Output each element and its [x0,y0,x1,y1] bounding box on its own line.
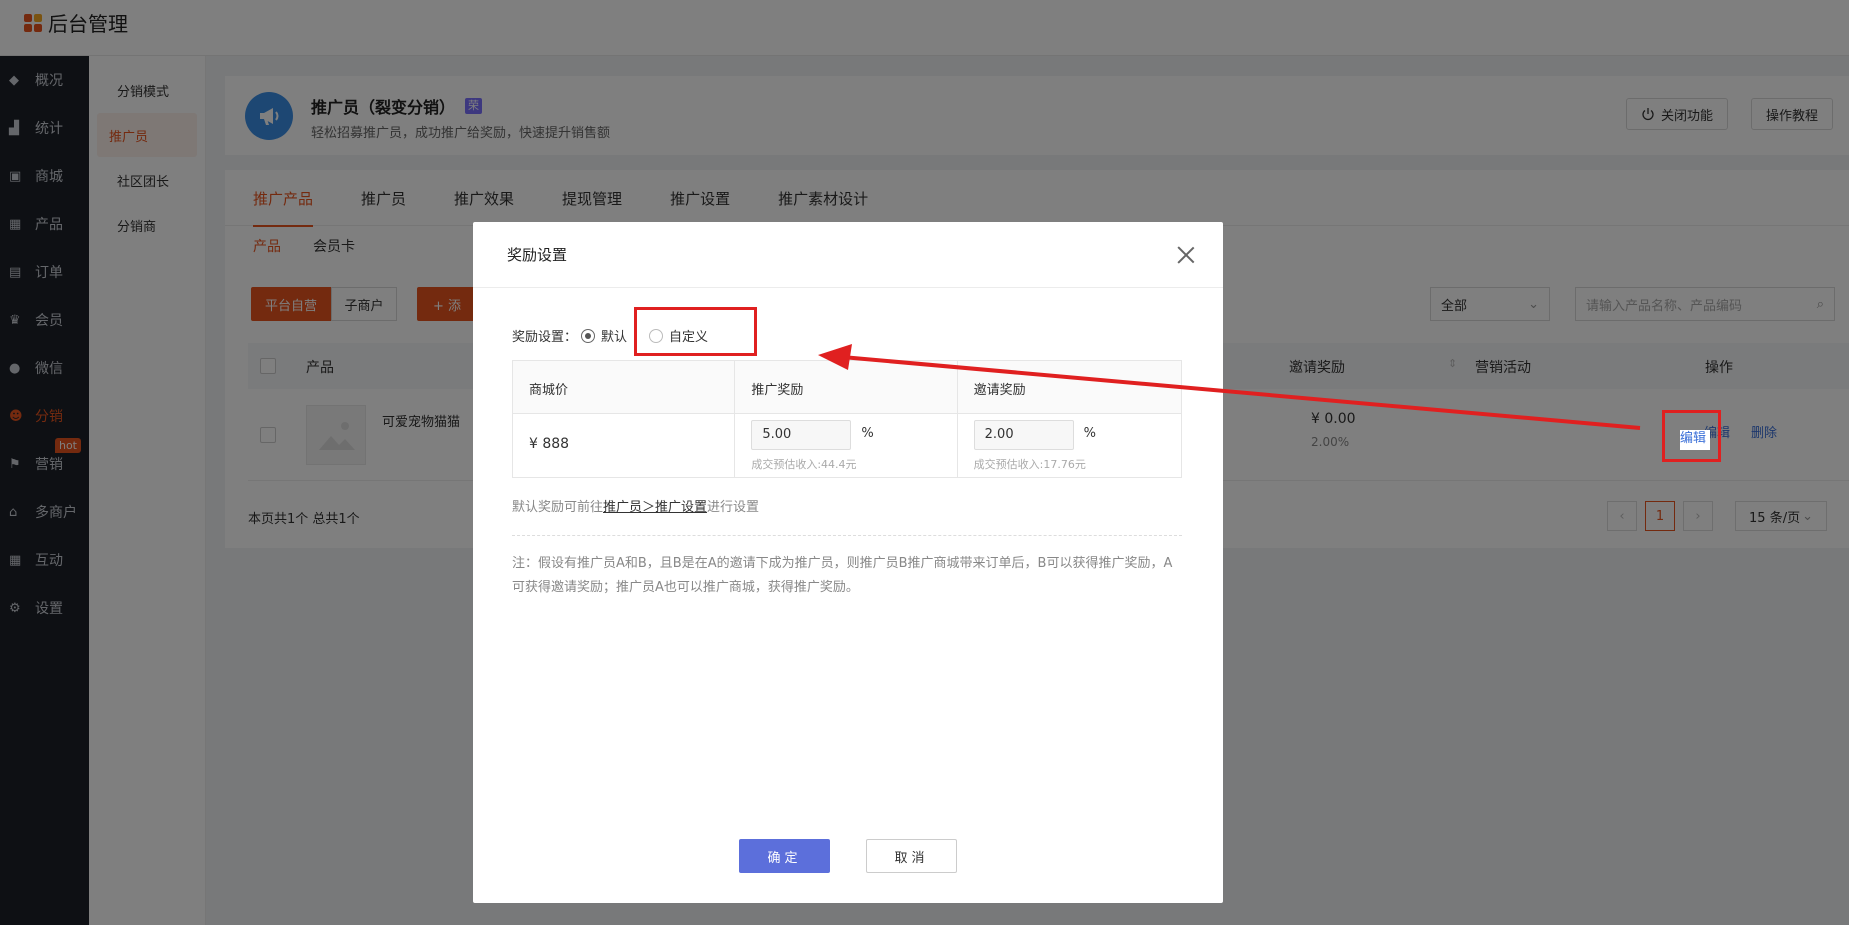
annotation-arrow [818,344,1641,430]
